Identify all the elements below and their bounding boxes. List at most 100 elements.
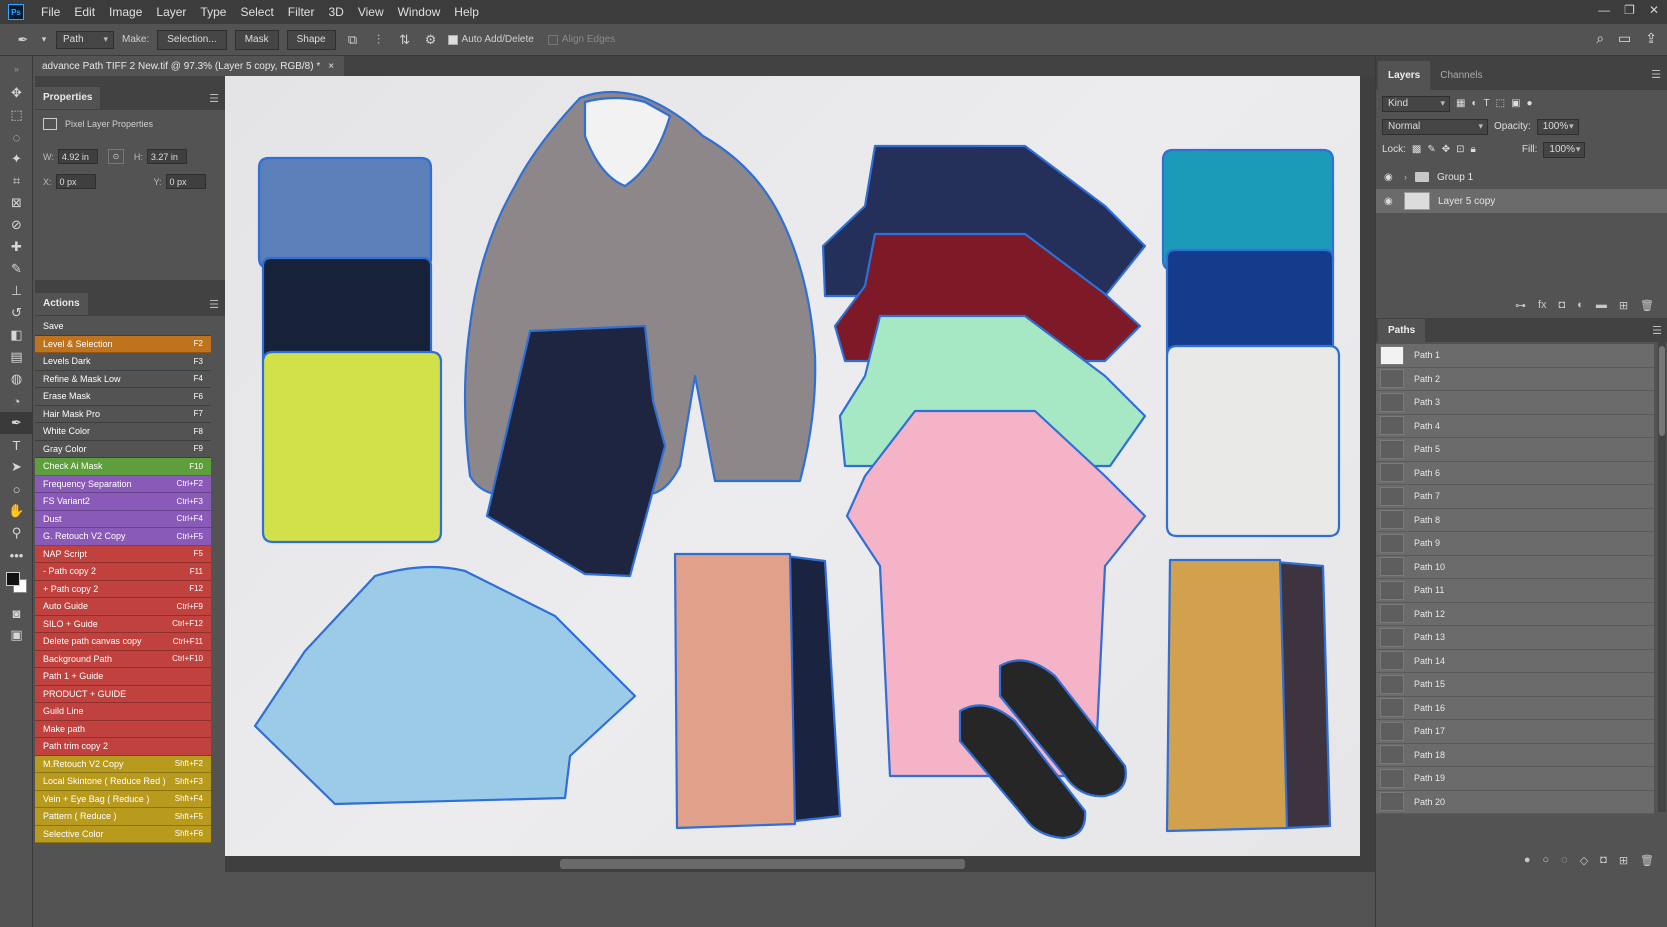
menu-view[interactable]: View [351, 5, 391, 19]
filter-toggle-icon[interactable]: ● [1527, 98, 1533, 109]
width-field[interactable]: 4.92 in [57, 149, 98, 164]
minimize-icon[interactable]: — [1598, 3, 1610, 17]
color-swatches[interactable] [0, 566, 33, 602]
trash-icon[interactable]: 🗑︎ [1640, 854, 1654, 867]
blend-mode-select[interactable]: Normal [1382, 118, 1488, 135]
frame-tool-icon[interactable]: ⊠ [0, 192, 33, 214]
eraser-tool-icon[interactable]: ◧ [0, 324, 33, 346]
path-item[interactable]: Path 2 [1376, 367, 1654, 391]
layer-5-copy[interactable]: ◉ Layer 5 copy [1376, 189, 1667, 213]
path-item[interactable]: Path 16 [1376, 696, 1654, 720]
filter-shape-icon[interactable]: ⬚ [1496, 98, 1505, 109]
make-mask-button[interactable]: Mask [234, 29, 279, 50]
new-path-icon[interactable]: ⊞ [1619, 854, 1628, 867]
add-mask-icon[interactable]: ◘ [1600, 854, 1607, 866]
adjustment-layer-icon[interactable]: ◐ [1577, 299, 1584, 311]
properties-tab[interactable]: Properties [35, 87, 101, 109]
tab-channels[interactable]: Channels [1430, 61, 1492, 90]
path-item[interactable]: Path 5 [1376, 438, 1654, 462]
ellipse-tool-icon[interactable]: ○ [0, 478, 33, 500]
path-item[interactable]: Path 18 [1376, 743, 1654, 767]
action-item[interactable]: Background Path Ctrl+F10 [35, 650, 211, 668]
action-item[interactable]: Path trim copy 2 [35, 738, 211, 756]
action-item[interactable]: Guild Line [35, 703, 211, 721]
action-item[interactable]: - Path copy 2 F11 [35, 563, 211, 581]
path-item[interactable]: Path 9 [1376, 532, 1654, 556]
auto-add-delete-checkbox[interactable]: Auto Add/Delete [447, 34, 534, 45]
menu-image[interactable]: Image [102, 5, 149, 19]
lock-position-icon[interactable]: ✥ [1442, 144, 1450, 155]
path-item[interactable]: Path 14 [1376, 649, 1654, 673]
action-item[interactable]: Gray Color F9 [35, 440, 211, 458]
menu-window[interactable]: Window [391, 5, 448, 19]
menu-filter[interactable]: Filter [281, 5, 322, 19]
path-alignment-icon[interactable]: ⫶ [370, 31, 388, 49]
chevron-right-icon[interactable]: › [1404, 172, 1407, 182]
path-item[interactable]: Path 12 [1376, 602, 1654, 626]
clone-stamp-tool-icon[interactable]: ⊥ [0, 280, 33, 302]
menu-type[interactable]: Type [193, 5, 233, 19]
restore-icon[interactable]: ❐ [1624, 3, 1635, 17]
menu-3d[interactable]: 3D [321, 5, 350, 19]
filter-smart-object-icon[interactable]: ▣ [1511, 98, 1520, 109]
lock-pixels-icon[interactable]: ✎ [1427, 144, 1435, 155]
trash-icon[interactable]: 🗑︎ [1640, 299, 1654, 312]
menu-edit[interactable]: Edit [67, 5, 102, 19]
action-item[interactable]: Dust Ctrl+F4 [35, 510, 211, 528]
fill-field[interactable]: 100% [1543, 141, 1586, 158]
brush-tool-icon[interactable]: ✎ [0, 258, 33, 280]
healing-brush-tool-icon[interactable]: ✚ [0, 236, 33, 258]
action-item[interactable]: Selective Color Shft+F6 [35, 825, 211, 843]
action-item[interactable]: Frequency Separation Ctrl+F2 [35, 475, 211, 493]
marquee-tool-icon[interactable]: ⬚ [0, 104, 33, 126]
action-item[interactable]: FS Variant2 Ctrl+F3 [35, 493, 211, 511]
screen-mode-icon[interactable]: ▣ [0, 624, 33, 646]
action-item[interactable]: Vein + Eye Bag ( Reduce ) Shft+F4 [35, 790, 211, 808]
fx-icon[interactable]: fx [1538, 299, 1547, 311]
link-layers-icon[interactable]: ⊶ [1515, 299, 1526, 312]
lock-transparent-icon[interactable]: ▩ [1412, 144, 1421, 155]
foreground-color-swatch[interactable] [6, 572, 20, 586]
path-item[interactable]: Path 15 [1376, 673, 1654, 697]
eyedropper-tool-icon[interactable]: ⊘ [0, 214, 33, 236]
path-item[interactable]: Path 19 [1376, 767, 1654, 791]
action-item[interactable]: Level & Selection F2 [35, 335, 211, 353]
link-icon[interactable]: ⊙ [107, 149, 124, 164]
new-group-icon[interactable]: ▬ [1596, 299, 1607, 311]
lasso-tool-icon[interactable]: ◌ [0, 126, 33, 148]
menu-select[interactable]: Select [233, 5, 280, 19]
vertical-scrollbar[interactable] [1360, 76, 1375, 856]
quick-mask-icon[interactable]: ◙ [0, 602, 33, 624]
history-brush-tool-icon[interactable]: ↺ [0, 302, 33, 324]
action-item[interactable]: Hair Mask Pro F7 [35, 405, 211, 423]
eye-icon[interactable]: ◉ [1384, 196, 1396, 207]
document-tab[interactable]: advance Path TIFF 2 New.tif @ 97.3% (Lay… [33, 56, 345, 76]
checkbox-checked-icon[interactable] [447, 34, 458, 45]
panel-menu-icon[interactable]: ☰ [1651, 68, 1661, 81]
action-item[interactable]: White Color F8 [35, 423, 211, 441]
panel-menu-icon[interactable]: ☰ [209, 92, 219, 105]
hand-tool-icon[interactable]: ✋ [0, 500, 33, 522]
share-icon[interactable]: ⇪ [1645, 30, 1657, 47]
height-field[interactable]: 3.27 in [146, 149, 187, 164]
panel-menu-icon[interactable]: ☰ [1652, 324, 1662, 337]
blur-tool-icon[interactable]: ◍ [0, 368, 33, 390]
action-item[interactable]: G. Retouch V2 Copy Ctrl+F5 [35, 528, 211, 546]
lock-all-icon[interactable]: 🔒︎ [1471, 144, 1476, 155]
document-canvas[interactable] [225, 76, 1360, 856]
action-item[interactable]: Erase Mask F6 [35, 388, 211, 406]
workspace-icon[interactable]: ▭ [1618, 30, 1631, 47]
path-item[interactable]: Path 11 [1376, 579, 1654, 603]
filter-kind-select[interactable]: Kind [1382, 95, 1450, 112]
close-icon[interactable]: ✕ [1649, 3, 1659, 17]
zoom-tool-icon[interactable]: ⚲ [0, 522, 33, 544]
path-arrangement-icon[interactable]: ⇅ [396, 31, 414, 49]
make-selection-button[interactable]: Selection... [157, 29, 227, 50]
x-field[interactable]: 0 px [55, 174, 96, 189]
type-tool-icon[interactable]: T [0, 434, 33, 456]
path-item[interactable]: Path 3 [1376, 391, 1654, 415]
add-mask-icon[interactable]: ◘ [1559, 299, 1566, 311]
fill-path-icon[interactable]: ● [1524, 854, 1531, 866]
path-item[interactable]: Path 7 [1376, 485, 1654, 509]
chevron-down-icon[interactable]: ▾ [40, 31, 48, 49]
